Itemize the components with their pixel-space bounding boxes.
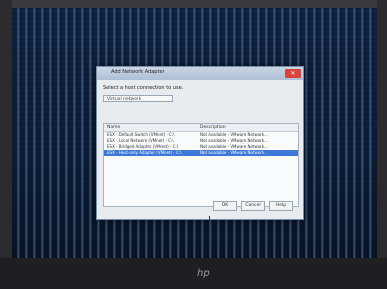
close-button[interactable]: ✕ [285,69,301,78]
monitor-bezel-right [377,0,387,289]
add-network-adapter-dialog: Add Network Adapter ✕ Select a host conn… [96,66,304,222]
ok-button[interactable]: OK [213,201,237,211]
monitor-chin [0,258,387,289]
dialog-titlebar[interactable]: Add Network Adapter ✕ [97,67,303,80]
column-header-name[interactable]: Name [107,124,120,131]
dialog-prompt: Select a host connection to use. [103,85,184,91]
table-row-selected[interactable]: ESX - Host-only Adapter (VMnet) - C:\ No… [104,150,298,156]
filter-input[interactable]: Virtual network [103,95,173,102]
close-icon: ✕ [290,70,296,77]
connection-table[interactable]: Name Description ESX - Default Switch (V… [103,123,299,222]
hp-logo: hp [197,268,210,279]
mouse-cursor-icon [209,216,213,222]
dialog-title: Add Network Adapter [111,69,165,75]
dialog-content: Select a host connection to use. Virtual… [103,85,299,222]
table-header: Name Description [104,124,298,132]
cancel-button[interactable]: Cancel [241,201,265,211]
help-button[interactable]: Help [269,201,293,211]
monitor-bezel-left [0,0,12,289]
column-header-description[interactable]: Description [200,124,226,131]
dialog-buttons: OK Cancel Help [213,201,293,211]
